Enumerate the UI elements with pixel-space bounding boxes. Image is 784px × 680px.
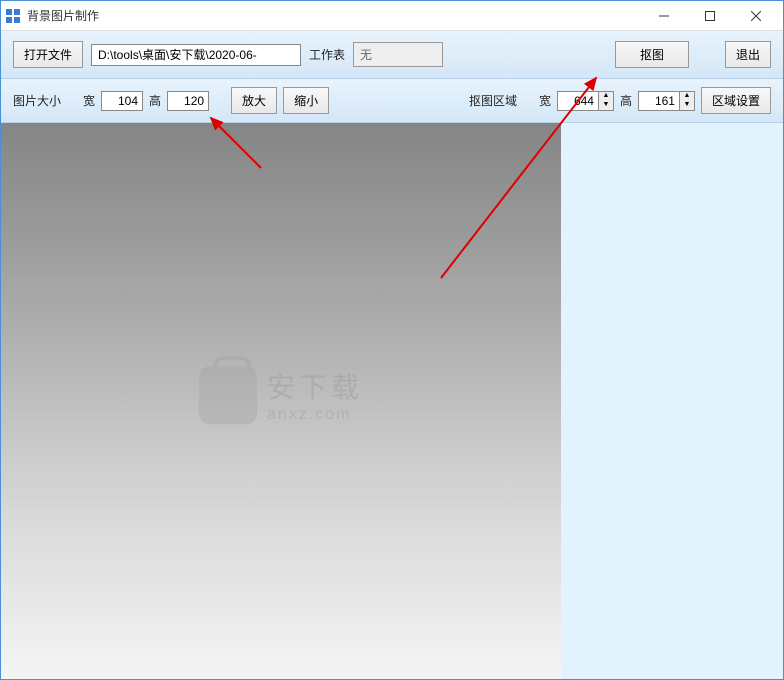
titlebar: 背景图片制作 [1,1,783,31]
cutout-height-up[interactable]: ▲ [680,92,694,101]
image-size-label: 图片大小 [13,92,61,109]
cutout-area-label: 抠图区域 [469,92,517,109]
cutout-height-down[interactable]: ▼ [680,101,694,110]
canvas-area[interactable]: 安下载 anxz.com [1,123,561,679]
cutout-width-down[interactable]: ▼ [599,101,613,110]
worksheet-select-value: 无 [360,48,372,62]
height-label: 高 [149,92,161,109]
watermark-en: anxz.com [267,406,363,424]
minimize-button[interactable] [641,1,687,31]
open-file-button[interactable]: 打开文件 [13,41,83,68]
worksheet-select[interactable]: 无 [353,42,443,67]
worksheet-label: 工作表 [309,46,345,63]
app-icon [5,8,21,24]
content-area: 安下载 anxz.com [1,123,783,679]
cutout-height-label: 高 [620,92,632,109]
side-area [561,123,783,679]
toolbar-primary: 打开文件 工作表 无 抠图 退出 [1,31,783,79]
zoom-in-button[interactable]: 放大 [231,87,277,114]
file-path-input[interactable] [91,44,301,66]
close-button[interactable] [733,1,779,31]
cutout-width-input[interactable] [557,91,599,111]
main-window: 背景图片制作 打开文件 工作表 无 抠图 退出 图片大小 宽 高 放大 缩小 [0,0,784,680]
zoom-out-button[interactable]: 缩小 [283,87,329,114]
toolbar-secondary: 图片大小 宽 高 放大 缩小 抠图区域 宽 ▲ ▼ 高 ▲ ▼ 区域设置 [1,79,783,123]
cutout-height-input[interactable] [638,91,680,111]
cutout-button[interactable]: 抠图 [615,41,689,68]
maximize-button[interactable] [687,1,733,31]
watermark-cn: 安下载 [267,366,363,406]
watermark-bag-icon [199,366,257,424]
cutout-width-label: 宽 [539,92,551,109]
area-settings-button[interactable]: 区域设置 [701,87,771,114]
cutout-width-up[interactable]: ▲ [599,92,613,101]
width-input[interactable] [101,91,143,111]
watermark: 安下载 anxz.com [199,366,363,424]
exit-button[interactable]: 退出 [725,41,771,68]
height-input[interactable] [167,91,209,111]
width-label: 宽 [83,92,95,109]
window-title: 背景图片制作 [27,7,99,24]
